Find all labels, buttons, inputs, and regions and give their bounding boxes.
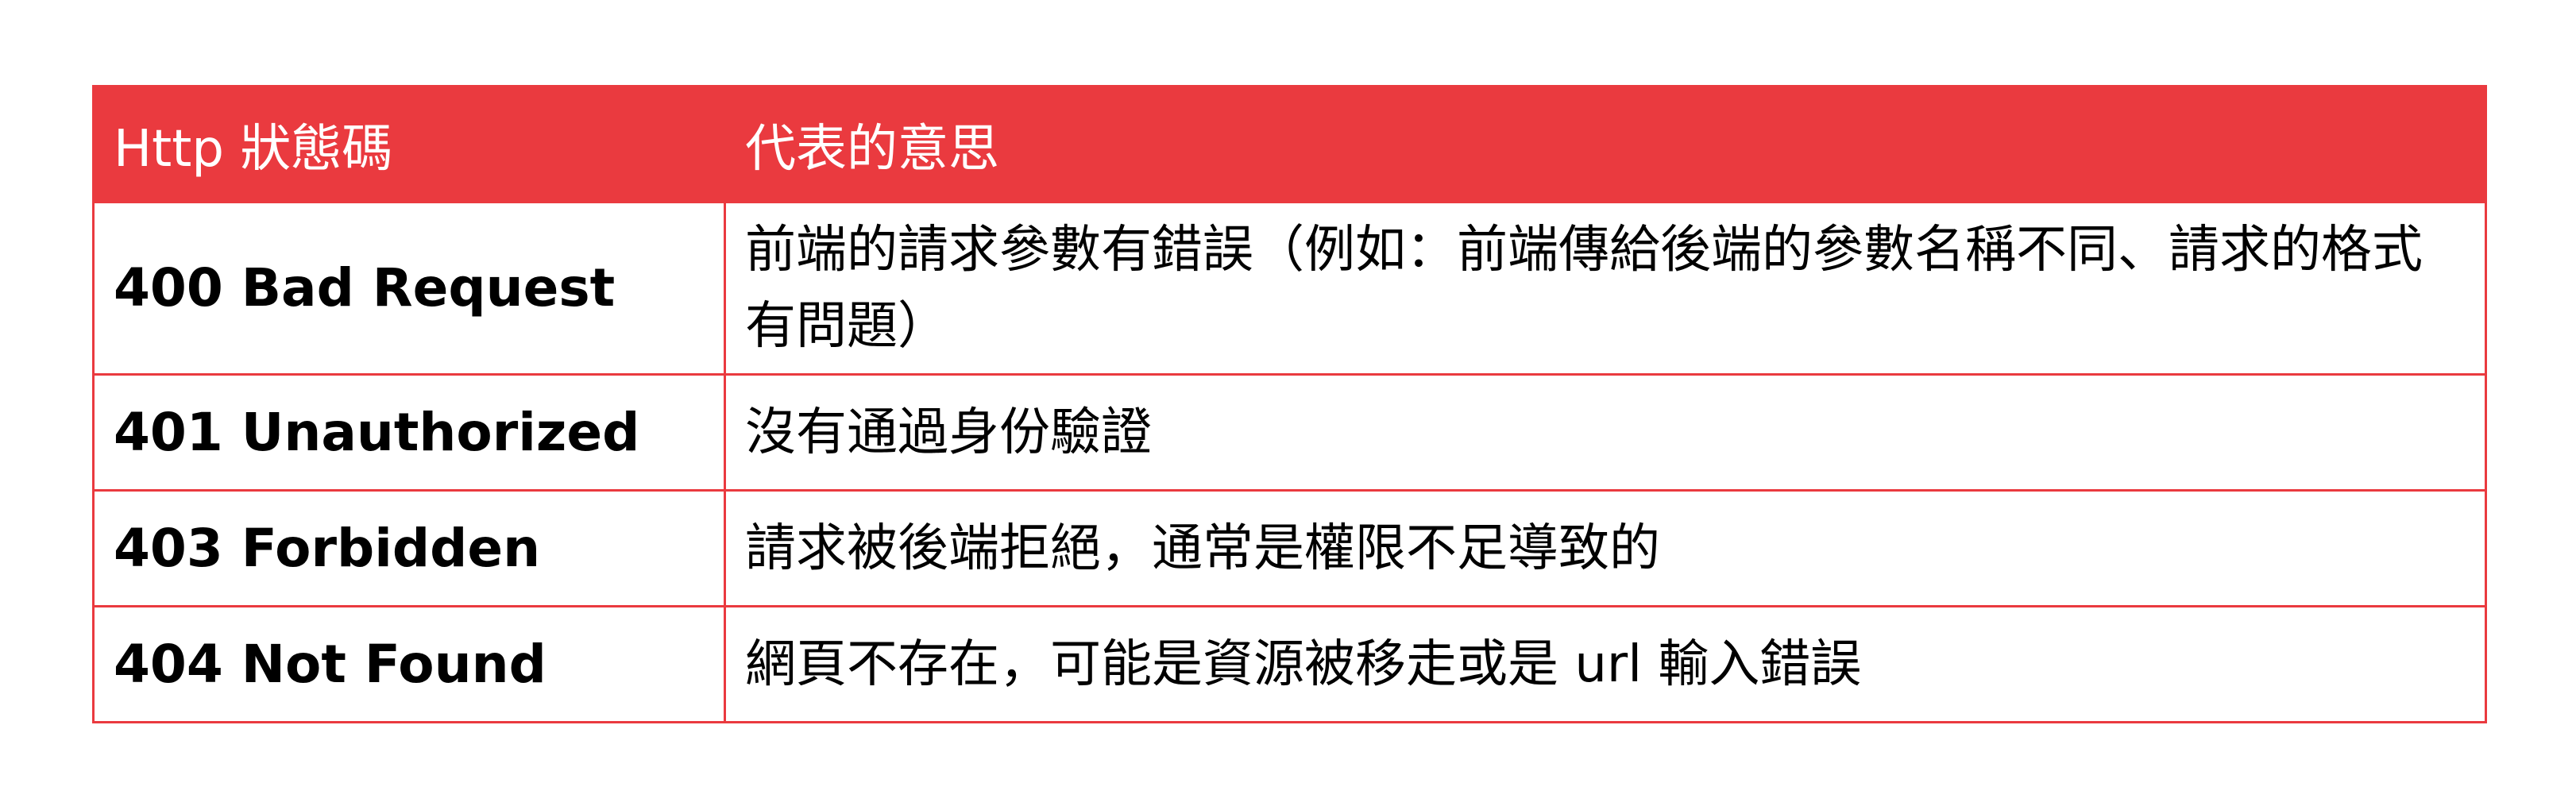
table-row: 401 Unauthorized 沒有通過身份驗證: [92, 373, 2487, 492]
status-code-cell: 404 Not Found: [92, 605, 726, 723]
status-code-cell: 401 Unauthorized: [92, 373, 726, 492]
status-code-cell: 403 Forbidden: [92, 489, 726, 607]
meaning-cell: 網頁不存在，可能是資源被移走或是 url 輸入錯誤: [724, 605, 2487, 723]
meaning-cell: 沒有通過身份驗證: [724, 373, 2487, 492]
table-row: 404 Not Found 網頁不存在，可能是資源被移走或是 url 輸入錯誤: [92, 605, 2487, 723]
table-row: 403 Forbidden 請求被後端拒絕，通常是權限不足導致的: [92, 489, 2487, 607]
status-code-cell: 400 Bad Request: [92, 201, 726, 376]
header-status-code: Http 狀態碼: [92, 85, 726, 203]
table-header: Http 狀態碼 代表的意思: [92, 85, 2487, 203]
table-row: 400 Bad Request 前端的請求參數有錯誤（例如：前端傳給後端的參數名…: [92, 201, 2487, 376]
header-meaning: 代表的意思: [724, 85, 2487, 203]
meaning-text: 網頁不存在，可能是資源被移走或是 url 輸入錯誤: [745, 634, 1862, 694]
header-row: Http 狀態碼 代表的意思: [92, 85, 2487, 203]
meaning-text: 前端的請求參數有錯誤（例如：前端傳給後端的參數名稱不同、請求的格式有問題）: [745, 221, 2423, 356]
meaning-text: 沒有通過身份驗證: [745, 403, 1152, 462]
meaning-cell: 請求被後端拒絕，通常是權限不足導致的: [724, 489, 2487, 607]
table-body: 400 Bad Request 前端的請求參數有錯誤（例如：前端傳給後端的參數名…: [92, 201, 2487, 723]
http-status-table: Http 狀態碼 代表的意思 400 Bad Request 前端的請求參數有錯…: [92, 85, 2487, 723]
meaning-cell: 前端的請求參數有錯誤（例如：前端傳給後端的參數名稱不同、請求的格式有問題）: [724, 201, 2487, 376]
meaning-text: 請求被後端拒絕，通常是權限不足導致的: [745, 519, 1660, 578]
